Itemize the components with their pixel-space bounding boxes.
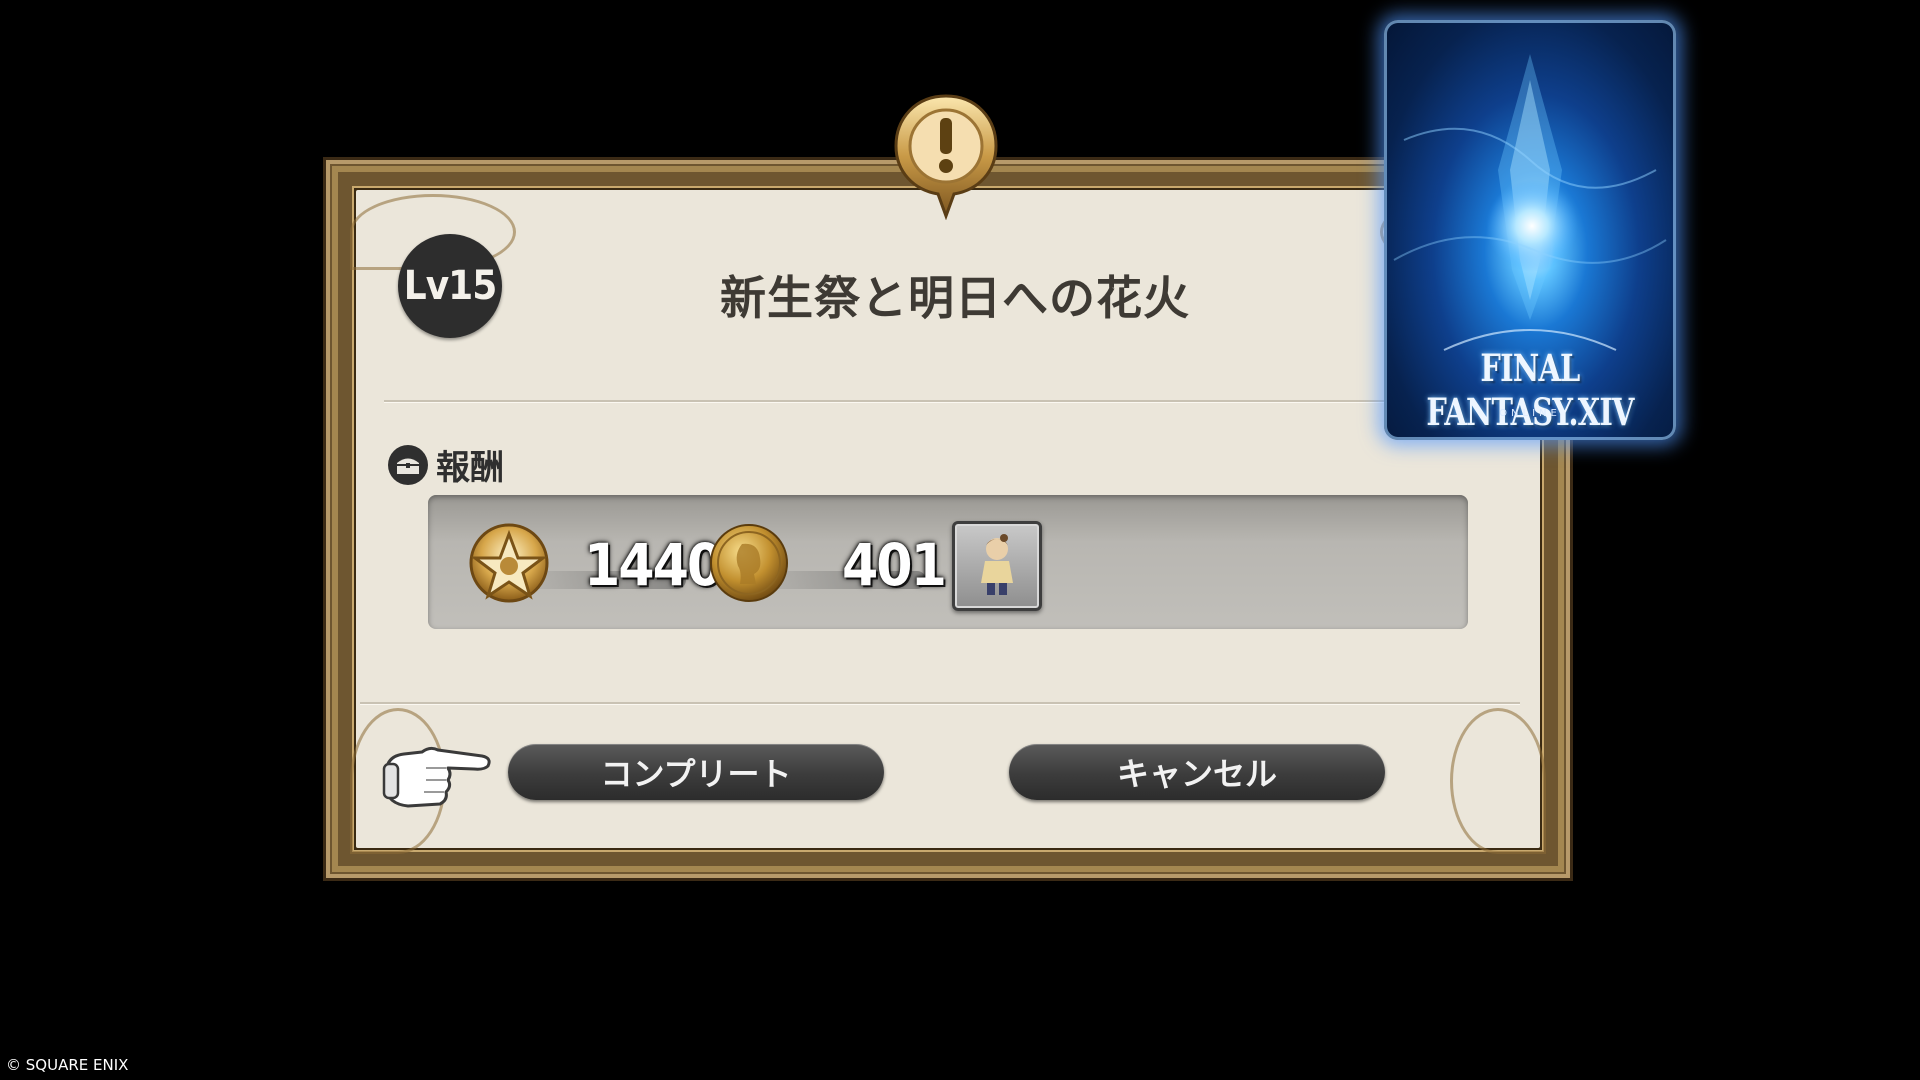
experience-value: 1440 xyxy=(584,531,723,599)
reward-panel: 1440 401 xyxy=(428,495,1468,629)
quest-exclamation-icon xyxy=(894,94,998,220)
cancel-button[interactable]: キャンセル xyxy=(1009,744,1385,800)
game-logo-subtitle: ONLINE xyxy=(1499,408,1561,419)
reward-heading-label: 報酬 xyxy=(436,448,504,488)
complete-button[interactable]: コンプリート xyxy=(508,744,884,800)
gil-coin-icon xyxy=(710,524,788,602)
footer-divider xyxy=(360,702,1520,704)
reward-heading: 報酬 xyxy=(388,440,504,489)
treasure-chest-icon xyxy=(388,444,428,485)
experience-icon xyxy=(469,523,549,603)
quest-level-badge: Lv15 xyxy=(398,234,502,338)
game-logo-card: FINAL FANTASY.XIV ONLINE xyxy=(1384,20,1676,440)
pointing-hand-cursor-icon xyxy=(382,746,491,808)
copyright-notice: © SQUARE ENIX xyxy=(6,1056,129,1074)
reward-experience[interactable]: 1440 xyxy=(466,523,723,603)
game-screen: Lv15 新生祭と明日への花火 報酬 1440 401 コンプリート キャンセル… xyxy=(0,0,1920,1080)
minion-item-icon xyxy=(981,534,1013,595)
gil-value: 401 xyxy=(842,531,947,599)
header-divider xyxy=(384,400,1414,402)
reward-gil[interactable]: 401 xyxy=(706,523,947,603)
quest-title: 新生祭と明日への花火 xyxy=(720,271,1190,325)
game-logo-title: FINAL FANTASY.XIV xyxy=(1426,346,1634,434)
reward-item-minion[interactable] xyxy=(952,521,1042,611)
